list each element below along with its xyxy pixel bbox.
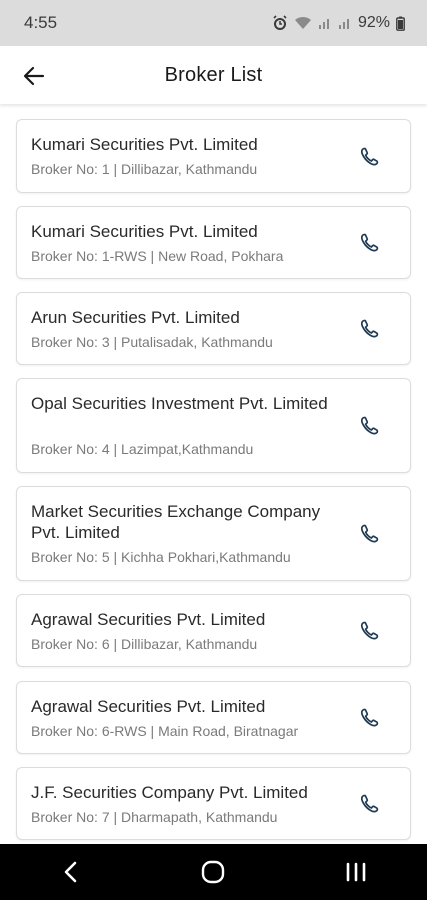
status-bar: 4:55 92%: [0, 0, 427, 46]
phone-icon: [360, 147, 379, 166]
broker-card[interactable]: Agrawal Securities Pvt. Limited Broker N…: [16, 681, 411, 754]
broker-name: Kumari Securities Pvt. Limited: [31, 222, 258, 241]
broker-details: Broker No: 4 | Lazimpat,Kathmandu: [31, 441, 254, 457]
call-button[interactable]: [356, 790, 384, 818]
circle-home-icon: [202, 860, 225, 884]
broker-name: Opal Securities Investment Pvt. Limited: [31, 394, 328, 413]
broker-card[interactable]: Opal Securities Investment Pvt. Limited …: [16, 378, 411, 473]
nav-home-button[interactable]: [193, 852, 233, 892]
nav-recents-button[interactable]: [336, 852, 376, 892]
broker-details: Broker No: 6 | Dillibazar, Kathmandu: [31, 636, 258, 652]
broker-details: Broker No: 1 | Dillibazar, Kathmandu: [31, 161, 258, 177]
broker-details: Broker No: 6-RWS | Main Road, Biratnagar: [31, 723, 299, 739]
signal-icon-2: [338, 16, 352, 30]
call-button[interactable]: [356, 315, 384, 343]
broker-name: Agrawal Securities Pvt. Limited: [31, 610, 266, 629]
battery-percent: 92%: [357, 14, 390, 31]
broker-name: J.F. Securities Company Pvt. Limited: [31, 783, 308, 802]
broker-details: Broker No: 1-RWS | New Road, Pokhara: [31, 248, 284, 264]
broker-details: Broker No: 5 | Kichha Pokhari,Kathmandu: [31, 549, 291, 565]
nav-back-button[interactable]: [51, 852, 91, 892]
phone-icon: [360, 416, 379, 435]
page-title: Broker List: [164, 63, 263, 86]
call-button[interactable]: [356, 412, 384, 440]
call-button[interactable]: [356, 520, 384, 548]
battery-icon: [396, 16, 405, 31]
broker-details: Broker No: 7 | Dharmapath, Kathmandu: [31, 809, 278, 825]
alarm-icon: [272, 15, 288, 31]
phone-icon: [360, 233, 379, 252]
chevron-left-icon: [64, 861, 77, 883]
broker-name: Kumari Securities Pvt. Limited: [31, 135, 258, 154]
recents-icon: [346, 862, 366, 882]
broker-name: Market Securities Exchange Company Pvt. …: [31, 502, 321, 542]
arrow-left-icon: [23, 66, 45, 86]
broker-name: Agrawal Securities Pvt. Limited: [31, 697, 266, 716]
broker-details: Broker No: 3 | Putalisadak, Kathmandu: [31, 334, 273, 350]
broker-card[interactable]: Agrawal Securities Pvt. Limited Broker N…: [16, 594, 411, 667]
phone-icon: [360, 621, 379, 640]
app-bar: Broker List: [0, 46, 427, 104]
broker-card[interactable]: Kumari Securities Pvt. Limited Broker No…: [16, 206, 411, 279]
status-time: 4:55: [24, 13, 58, 32]
call-button[interactable]: [356, 617, 384, 645]
phone-icon: [360, 524, 379, 543]
signal-icon: [318, 16, 332, 30]
broker-card[interactable]: Kumari Securities Pvt. Limited Broker No…: [16, 119, 411, 193]
back-button[interactable]: [20, 62, 48, 90]
wifi-icon: [294, 16, 312, 30]
broker-card[interactable]: Market Securities Exchange Company Pvt. …: [16, 486, 411, 581]
phone-icon: [360, 319, 379, 338]
call-button[interactable]: [356, 704, 384, 732]
phone-icon: [360, 794, 379, 813]
status-icons: 92%: [272, 14, 405, 32]
phone-icon: [360, 708, 379, 727]
call-button[interactable]: [356, 229, 384, 257]
navigation-bar: [0, 844, 427, 900]
call-button[interactable]: [356, 143, 384, 171]
broker-name: Arun Securities Pvt. Limited: [31, 308, 240, 327]
broker-card[interactable]: Arun Securities Pvt. Limited Broker No: …: [16, 292, 411, 365]
broker-card[interactable]: J.F. Securities Company Pvt. Limited Bro…: [16, 767, 411, 840]
